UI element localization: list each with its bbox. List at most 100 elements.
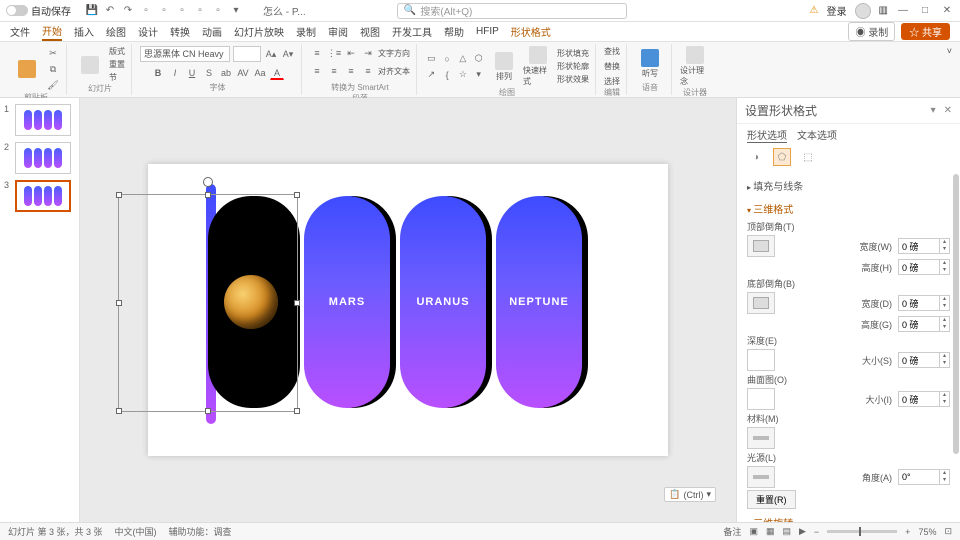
tab-record[interactable]: 录制 <box>296 24 316 39</box>
paste-options-badge[interactable]: 📋 (Ctrl) ▾ <box>664 487 716 502</box>
tab-transition[interactable]: 转换 <box>170 24 190 39</box>
align-center-icon[interactable]: ≡ <box>327 64 341 78</box>
tab-insert[interactable]: 插入 <box>74 24 94 39</box>
slide-canvas[interactable]: MARS URANUS NEPTUNE 📋 (Ctrl) ▾ <box>80 98 736 522</box>
thumbnail[interactable]: 1 <box>4 104 75 136</box>
align-left-icon[interactable]: ≡ <box>310 64 324 78</box>
qat-icon[interactable]: ▫ <box>175 4 189 18</box>
reset-button[interactable]: 重置(R) <box>747 490 796 509</box>
view-reading-icon[interactable]: ▤ <box>782 526 791 537</box>
fill-tab-icon[interactable]: ◑ <box>747 148 765 166</box>
resize-handle[interactable] <box>205 192 211 198</box>
tab-dev[interactable]: 开发工具 <box>392 24 432 39</box>
user-label[interactable]: 登录 <box>827 3 847 18</box>
warning-icon[interactable]: ⚠ <box>810 5 819 16</box>
view-sorter-icon[interactable]: ▦ <box>766 526 775 537</box>
shadow-button[interactable]: ab <box>219 66 233 80</box>
indent-inc-icon[interactable]: ⇥ <box>361 46 375 60</box>
lighting-picker[interactable] <box>747 466 775 488</box>
tab-design[interactable]: 设计 <box>138 24 158 39</box>
fmt-painter-icon[interactable]: 🖌 <box>46 78 60 92</box>
bot-bevel-width[interactable]: ▴▾ <box>898 295 950 311</box>
zoom-slider[interactable] <box>827 530 897 533</box>
tab-home[interactable]: 开始 <box>42 23 62 41</box>
pane-close-icon[interactable]: ✕ <box>944 105 952 116</box>
resize-handle[interactable] <box>294 192 300 198</box>
tab-anim[interactable]: 动画 <box>202 24 222 39</box>
language[interactable]: 中文(中国) <box>115 525 157 538</box>
dictate-button[interactable]: 听写 <box>635 49 665 79</box>
size-tab-icon[interactable]: ⬚ <box>799 148 817 166</box>
zoom-out-icon[interactable]: − <box>814 527 819 537</box>
copy-icon[interactable]: ⧉ <box>46 62 60 76</box>
notes-button[interactable]: 备注 <box>723 525 741 538</box>
autosave-toggle[interactable]: 自动保存 <box>6 3 71 18</box>
pane-tab-text[interactable]: 文本选项 <box>797 127 837 143</box>
top-bevel-width[interactable]: ▴▾ <box>898 238 950 254</box>
font-size[interactable] <box>233 46 261 62</box>
qat-icon[interactable]: ▫ <box>211 4 225 18</box>
avatar[interactable] <box>855 3 871 19</box>
minimize-button[interactable]: — <box>896 5 910 16</box>
dec-font-icon[interactable]: A▾ <box>281 47 295 61</box>
strike-button[interactable]: S <box>202 66 216 80</box>
inc-font-icon[interactable]: A▴ <box>264 47 278 61</box>
undo-icon[interactable]: ↶ <box>103 4 117 18</box>
material-picker[interactable] <box>747 427 775 449</box>
pane-tab-shape[interactable]: 形状选项 <box>747 127 787 143</box>
tab-review[interactable]: 审阅 <box>328 24 348 39</box>
font-name[interactable]: 思源黑体 CN Heavy <box>140 46 230 62</box>
pill-uranus[interactable]: URANUS <box>400 196 486 408</box>
fit-icon[interactable]: ⊡ <box>944 526 952 537</box>
pill-neptune[interactable]: NEPTUNE <box>496 196 582 408</box>
resize-handle[interactable] <box>294 300 300 306</box>
bot-bevel-height[interactable]: ▴▾ <box>898 316 950 332</box>
tab-help[interactable]: 帮助 <box>444 24 464 39</box>
tab-file[interactable]: 文件 <box>10 24 30 39</box>
align-right-icon[interactable]: ≡ <box>344 64 358 78</box>
tab-hfip[interactable]: HFIP <box>476 26 499 37</box>
rotate-handle[interactable] <box>203 177 213 187</box>
case-button[interactable]: Aa <box>253 66 267 80</box>
close-button[interactable]: ✕ <box>940 5 954 16</box>
depth-size[interactable]: ▴▾ <box>898 352 950 368</box>
accessibility[interactable]: 辅助功能：调查 <box>169 525 232 538</box>
resize-handle[interactable] <box>294 408 300 414</box>
cut-icon[interactable]: ✂ <box>46 46 60 60</box>
zoom-in-icon[interactable]: + <box>905 527 910 537</box>
section-3drot[interactable]: 三维旋转 <box>747 513 950 522</box>
ribbon-toggle-icon[interactable]: ▥ <box>879 5 888 16</box>
spacing-button[interactable]: AV <box>236 66 250 80</box>
arrange-button[interactable]: 排列 <box>489 52 519 82</box>
paste-button[interactable] <box>12 60 42 78</box>
bullets-icon[interactable]: ≡ <box>310 46 324 60</box>
section-3dformat[interactable]: 三维格式 <box>747 199 950 218</box>
zoom-value[interactable]: 75% <box>918 527 936 537</box>
share-button[interactable]: ☆ 共享 <box>901 23 950 40</box>
resize-handle[interactable] <box>116 300 122 306</box>
thumbnail-selected[interactable]: 3 <box>4 180 75 212</box>
bot-bevel-picker[interactable] <box>747 292 775 314</box>
contour-size[interactable]: ▴▾ <box>898 391 950 407</box>
tab-shapeformat[interactable]: 形状格式 <box>511 24 551 39</box>
thumbnail[interactable]: 2 <box>4 142 75 174</box>
indent-dec-icon[interactable]: ⇤ <box>344 46 358 60</box>
resize-handle[interactable] <box>116 408 122 414</box>
underline-button[interactable]: U <box>185 66 199 80</box>
qat-more-icon[interactable]: ▾ <box>229 4 243 18</box>
designer-button[interactable]: 设计理念 <box>680 46 710 87</box>
section-effects[interactable]: 填充与线条 <box>747 176 950 195</box>
tab-draw[interactable]: 绘图 <box>106 24 126 39</box>
redo-icon[interactable]: ↷ <box>121 4 135 18</box>
ribbon-collapse-icon[interactable]: ˅ <box>945 44 954 58</box>
qat-icon[interactable]: ▫ <box>157 4 171 18</box>
lighting-angle[interactable]: ▴▾ <box>898 469 950 485</box>
shape-icon[interactable]: ▭ <box>425 52 438 66</box>
slide-counter[interactable]: 幻灯片 第 3 张，共 3 张 <box>8 525 103 538</box>
search-box[interactable]: 🔍 搜索(Alt+Q) <box>397 3 627 19</box>
pill-mars[interactable]: MARS <box>304 196 390 408</box>
qat-icon[interactable]: ▫ <box>193 4 207 18</box>
effects-tab-icon[interactable]: ⬠ <box>773 148 791 166</box>
top-bevel-picker[interactable] <box>747 235 775 257</box>
newslide-button[interactable] <box>75 56 105 74</box>
